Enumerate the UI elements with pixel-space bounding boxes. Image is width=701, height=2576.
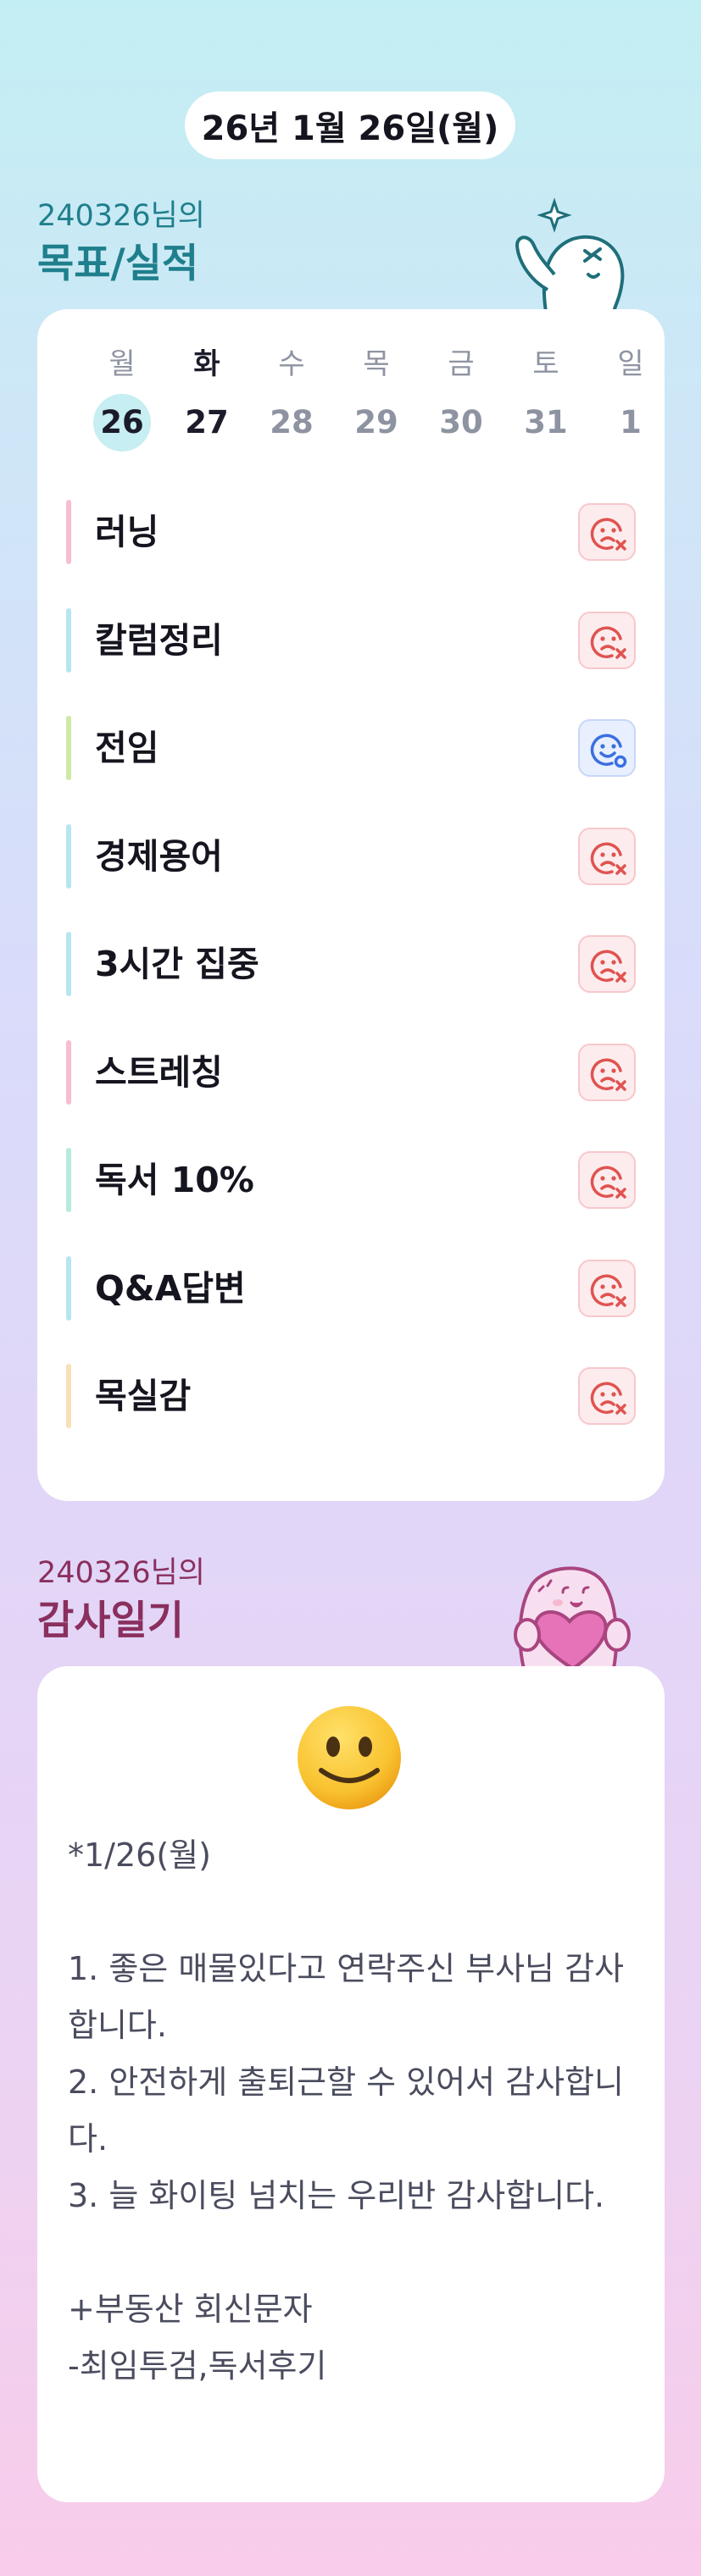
slightly-smiling-face-icon — [296, 1704, 403, 1811]
gratitude-journal-text: *1/26(월) 1. 좋은 매물있다고 연락주신 부사님 감사합니다. 2. … — [68, 1836, 625, 2385]
sad-face-x-icon — [590, 950, 626, 983]
sad-face-x-icon — [590, 842, 626, 875]
weekday-label: 목 — [363, 347, 390, 381]
goal-label: 3시간 집중 — [95, 944, 259, 984]
goal-row[interactable]: 목실감 — [66, 1360, 636, 1432]
goal-label: 러닝 — [95, 512, 159, 552]
day-tue[interactable]: 화 27 — [164, 343, 249, 451]
goal-label: 전임 — [95, 728, 159, 768]
goal-row[interactable]: Q&A답변 — [66, 1253, 636, 1324]
weekday-label: 화 — [193, 347, 220, 381]
sad-face-x-icon — [590, 518, 626, 551]
week-strip: 월 26 화 27 수 28 목 29 금 30 토 31 일 1 — [80, 343, 644, 451]
sad-face-x-icon — [590, 1058, 626, 1091]
day-number: 27 — [185, 404, 229, 440]
goal-color-bar — [66, 608, 71, 673]
goal-color-bar — [66, 1256, 71, 1321]
goals-owner-label: 240326님의 — [37, 199, 206, 233]
goal-status-button[interactable] — [578, 1044, 636, 1101]
goal-status-button[interactable] — [578, 612, 636, 669]
goal-status-button[interactable] — [578, 1367, 636, 1425]
day-sun[interactable]: 일 1 — [588, 343, 673, 451]
goal-status-button[interactable] — [578, 1260, 636, 1317]
day-number: 1 — [620, 404, 642, 440]
goal-label: 스트레칭 — [95, 1052, 223, 1093]
goal-row[interactable]: 스트레칭 — [66, 1037, 636, 1108]
goal-color-bar — [66, 716, 71, 780]
weekday-label: 금 — [448, 347, 475, 381]
goal-color-bar — [66, 824, 71, 889]
goal-status-button[interactable] — [578, 935, 636, 993]
goal-color-bar — [66, 500, 71, 564]
goal-row[interactable]: 3시간 집중 — [66, 928, 636, 1000]
goal-color-bar — [66, 1148, 71, 1212]
goal-status-button[interactable] — [578, 828, 636, 885]
gratitude-card: *1/26(월) 1. 좋은 매물있다고 연락주신 부사님 감사합니다. 2. … — [37, 1666, 665, 2502]
weekday-label: 월 — [108, 347, 136, 381]
goal-label: 목실감 — [95, 1376, 192, 1416]
goals-card: 월 26 화 27 수 28 목 29 금 30 토 31 일 1 러닝 칼럼정… — [37, 309, 665, 1501]
sad-face-x-icon — [590, 626, 626, 659]
goal-status-button[interactable] — [578, 1151, 636, 1209]
day-number: 31 — [524, 404, 568, 440]
heart-mascot-icon — [498, 1555, 643, 1671]
goal-label: 독서 10% — [95, 1160, 254, 1200]
goal-row[interactable]: 칼럼정리 — [66, 605, 636, 676]
day-sat[interactable]: 토 31 — [503, 343, 588, 451]
goal-color-bar — [66, 1040, 71, 1105]
goal-row[interactable]: 러닝 — [66, 496, 636, 568]
weekday-label: 토 — [532, 347, 559, 381]
goal-color-bar — [66, 1364, 71, 1428]
sad-face-x-icon — [590, 1166, 626, 1199]
goal-status-button[interactable] — [578, 503, 636, 561]
goal-label: 경제용어 — [95, 836, 223, 877]
goals-section-title: 목표/실적 — [37, 241, 199, 287]
gratitude-owner-label: 240326님의 — [37, 1556, 206, 1590]
day-number: 28 — [270, 404, 314, 440]
goals-mascot-icon — [498, 197, 634, 313]
day-thu[interactable]: 목 29 — [334, 343, 419, 451]
date-display[interactable]: 26년 1월 26일(월) — [185, 91, 515, 159]
gratitude-section-title: 감사일기 — [37, 1598, 184, 1644]
weekday-label: 수 — [278, 347, 305, 381]
sad-face-x-icon — [590, 1382, 626, 1415]
day-mon[interactable]: 월 26 — [80, 343, 164, 451]
weekday-label: 일 — [617, 347, 644, 381]
day-number: 26 — [93, 394, 151, 451]
goal-color-bar — [66, 932, 71, 996]
goal-label: 칼럼정리 — [95, 620, 223, 661]
sad-face-x-icon — [590, 1274, 626, 1307]
goal-row[interactable]: 독서 10% — [66, 1144, 636, 1216]
day-number: 30 — [439, 404, 483, 440]
goal-status-button[interactable] — [578, 719, 636, 777]
goal-row[interactable]: 경제용어 — [66, 821, 636, 892]
smile-face-check-icon — [590, 734, 627, 768]
day-number: 29 — [354, 404, 398, 440]
day-wed[interactable]: 수 28 — [249, 343, 334, 451]
goal-label: Q&A답변 — [95, 1268, 246, 1309]
day-fri[interactable]: 금 30 — [419, 343, 503, 451]
goal-row[interactable]: 전임 — [66, 712, 636, 784]
